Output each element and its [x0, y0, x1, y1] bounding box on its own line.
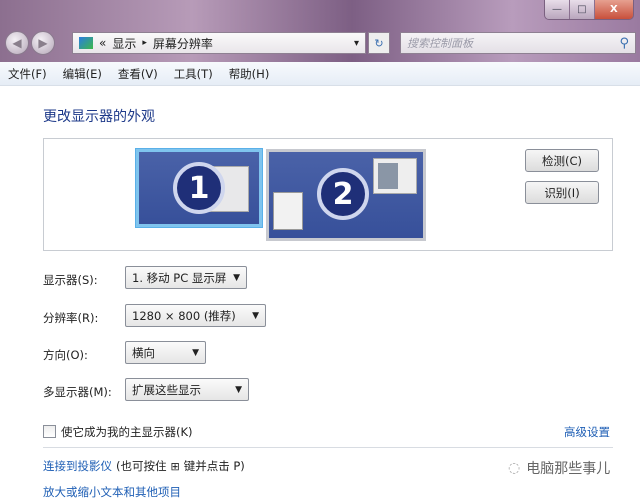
monitor-1-number: 1	[173, 162, 225, 214]
breadcrumb-resolution[interactable]: 屏幕分辨率	[153, 35, 213, 52]
resolution-select[interactable]: 1280 × 800 (推荐) ▼	[125, 304, 266, 327]
breadcrumb-separator-icon[interactable]: ▸	[142, 38, 147, 48]
display-select[interactable]: 1. 移动 PC 显示屏 ▼	[125, 266, 247, 289]
window-thumbnail	[373, 158, 417, 194]
multi-display-label: 多显示器(M):	[43, 385, 112, 399]
window-controls: — □ X	[544, 0, 634, 20]
orientation-value: 横向	[132, 345, 155, 360]
address-bar[interactable]: « 显示 ▸ 屏幕分辨率 ▾	[72, 32, 366, 54]
chevron-down-icon: ▼	[233, 272, 240, 283]
menu-file[interactable]: 文件(F)	[8, 66, 47, 82]
watermark: ◌ 电脑那些事儿	[508, 458, 610, 478]
projector-hint: (也可按住	[116, 459, 167, 473]
projector-hint-end: 键并点击 P)	[183, 459, 245, 473]
wechat-icon: ◌	[508, 460, 521, 476]
chevron-down-icon: ▼	[192, 347, 199, 358]
display-label: 显示器(S):	[43, 273, 98, 287]
connect-projector-link[interactable]: 连接到投影仪	[43, 458, 112, 474]
monitor-1[interactable]: 1	[136, 149, 262, 227]
projector-row: 连接到投影仪 (也可按住 ⊞ 键并点击 P)	[43, 458, 245, 474]
resolution-value: 1280 × 800 (推荐)	[132, 308, 236, 323]
breadcrumb-overflow[interactable]: «	[99, 36, 106, 50]
menu-bar: 文件(F) 编辑(E) 查看(V) 工具(T) 帮助(H)	[0, 62, 640, 86]
maximize-button[interactable]: □	[569, 0, 595, 19]
window-thumbnail	[273, 192, 303, 230]
menu-tools[interactable]: 工具(T)	[174, 66, 213, 82]
refresh-button[interactable]: ↻	[368, 32, 390, 54]
address-dropdown-icon[interactable]: ▾	[354, 38, 359, 49]
display-value: 1. 移动 PC 显示屏	[132, 270, 227, 285]
identify-button[interactable]: 识别(I)	[525, 181, 599, 204]
minimize-button[interactable]: —	[545, 0, 570, 19]
divider	[43, 447, 613, 448]
search-icon[interactable]: ⚲	[619, 36, 629, 51]
breadcrumb-display[interactable]: 显示	[112, 35, 136, 52]
search-placeholder: 搜索控制面板	[407, 37, 473, 50]
forward-button[interactable]: ▶	[31, 31, 55, 55]
back-button[interactable]: ◀	[5, 31, 29, 55]
control-panel-icon	[79, 37, 93, 49]
orientation-label: 方向(O):	[43, 348, 88, 362]
menu-help[interactable]: 帮助(H)	[229, 66, 270, 82]
orientation-select[interactable]: 横向 ▼	[125, 341, 206, 364]
monitor-2-number: 2	[317, 168, 369, 220]
multi-display-select[interactable]: 扩展这些显示 ▼	[125, 378, 249, 401]
page-title: 更改显示器的外观	[43, 109, 155, 125]
advanced-settings-link[interactable]: 高级设置	[564, 424, 610, 440]
menu-edit[interactable]: 编辑(E)	[63, 66, 102, 82]
chevron-down-icon: ▼	[252, 310, 259, 321]
multi-display-value: 扩展这些显示	[132, 382, 201, 397]
search-input[interactable]: 搜索控制面板 ⚲	[400, 32, 636, 54]
close-button[interactable]: X	[594, 0, 633, 19]
primary-display-label[interactable]: 使它成为我的主显示器(K)	[61, 424, 193, 440]
resolution-label: 分辨率(R):	[43, 311, 99, 325]
menu-view[interactable]: 查看(V)	[118, 66, 158, 82]
detect-button[interactable]: 检测(C)	[525, 149, 599, 172]
monitor-2[interactable]: 2	[266, 149, 426, 241]
watermark-text: 电脑那些事儿	[526, 461, 611, 477]
primary-display-checkbox[interactable]	[43, 425, 56, 438]
chevron-down-icon: ▼	[235, 384, 242, 395]
windows-logo-icon: ⊞	[170, 459, 180, 473]
monitor-preview: 1 2 检测(C) 识别(I)	[43, 138, 613, 251]
